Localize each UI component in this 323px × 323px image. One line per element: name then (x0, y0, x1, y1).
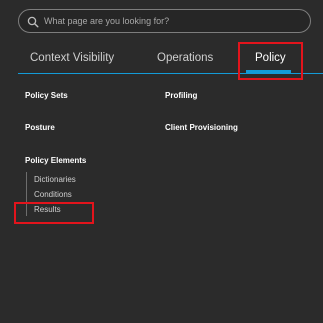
menu-item-conditions[interactable]: Conditions (34, 190, 72, 199)
policy-tab-highlight-box (238, 42, 303, 80)
results-highlight-box (14, 202, 94, 224)
tab-context-visibility[interactable]: Context Visibility (30, 52, 114, 64)
menu-item-policy-sets[interactable]: Policy Sets (25, 91, 68, 100)
search-input[interactable] (44, 16, 294, 26)
menu-item-profiling[interactable]: Profiling (165, 91, 197, 100)
menu-item-posture[interactable]: Posture (25, 123, 55, 132)
search-icon (27, 15, 39, 28)
menu-item-client-provisioning[interactable]: Client Provisioning (165, 123, 238, 132)
menu-item-dictionaries[interactable]: Dictionaries (34, 175, 76, 184)
tab-operations[interactable]: Operations (157, 52, 213, 64)
search-bar[interactable] (18, 9, 311, 33)
menu-item-policy-elements[interactable]: Policy Elements (25, 156, 86, 165)
